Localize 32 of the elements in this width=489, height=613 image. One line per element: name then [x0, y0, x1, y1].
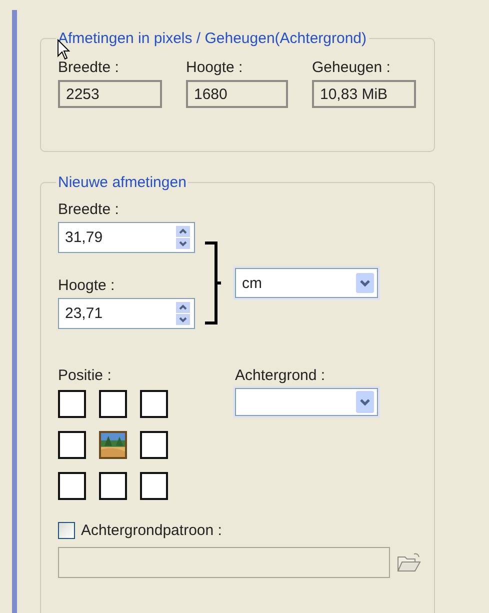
position-cell[interactable] — [58, 431, 86, 459]
position-cell[interactable] — [99, 431, 127, 459]
field-label: Hoogte : — [58, 277, 116, 294]
position-cell[interactable] — [58, 472, 86, 500]
field-label: Breedte : — [58, 201, 120, 218]
position-cell[interactable] — [99, 472, 127, 500]
readonly-field: 1680 — [186, 80, 288, 108]
spin-field[interactable]: 31,79 — [58, 222, 195, 253]
link-bracket-icon — [205, 241, 221, 325]
background-dropdown[interactable] — [235, 388, 378, 416]
field-label: Achtergrond : — [235, 367, 326, 384]
down-arrow-icon[interactable] — [176, 314, 190, 325]
spin-field[interactable]: 23,71 — [58, 298, 195, 329]
position-cell[interactable] — [140, 472, 168, 500]
field-label: Hoogte : — [186, 59, 244, 76]
checkbox-label: Achtergrondpatroon : — [81, 522, 222, 539]
field-label: Breedte : — [58, 59, 120, 76]
down-arrow-icon[interactable] — [176, 238, 190, 249]
field-label: Geheugen : — [312, 59, 392, 76]
field-label: Positie : — [58, 367, 112, 384]
readonly-field: 2253 — [58, 80, 162, 108]
position-cell[interactable] — [140, 431, 168, 459]
position-cell[interactable] — [99, 390, 127, 418]
group-title: Nieuwe afmetingen — [57, 174, 188, 191]
position-cell[interactable] — [58, 390, 86, 418]
folder-icon[interactable] — [396, 552, 422, 574]
readonly-field: 10,83 MiB — [312, 80, 416, 108]
up-arrow-icon[interactable] — [176, 302, 190, 313]
group-title: Afmetingen in pixels / Geheugen(Achtergrond) — [57, 30, 368, 47]
position-cell[interactable] — [140, 390, 168, 418]
up-arrow-icon[interactable] — [176, 226, 190, 237]
unit-dropdown[interactable]: cm — [235, 268, 378, 298]
